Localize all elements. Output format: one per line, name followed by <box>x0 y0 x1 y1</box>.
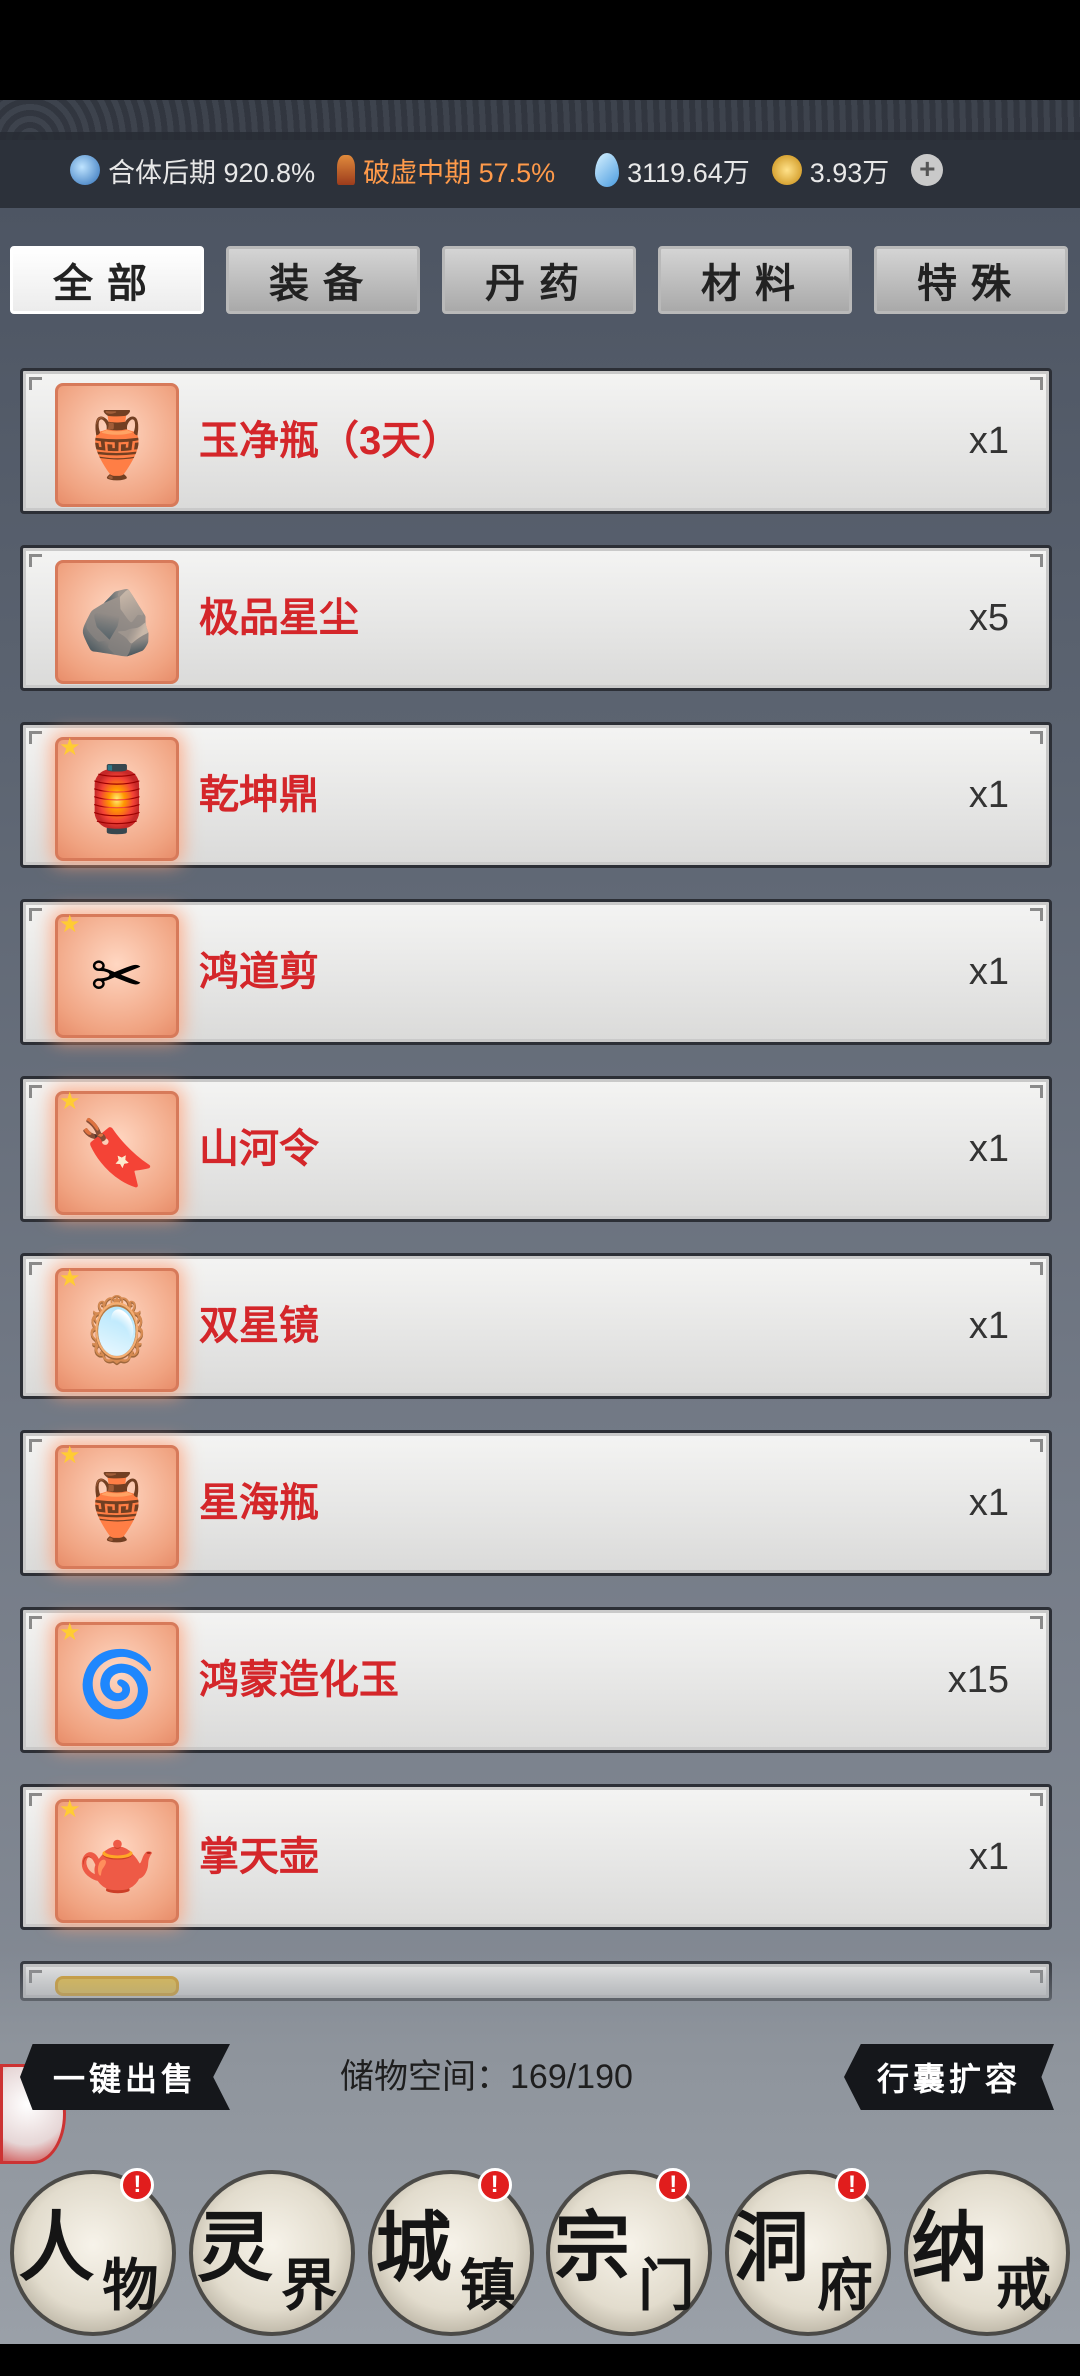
nav-char-2: 戒 <box>995 2253 1052 2319</box>
breakthrough-text: 破虚中期 57.5% <box>363 157 556 188</box>
tab-all[interactable]: 全部 <box>10 246 204 314</box>
item-quantity: x1 <box>968 420 1009 462</box>
spirit-stone-amount: 3119.64万 <box>627 157 750 188</box>
rarity-star-icon: ★ <box>59 1088 81 1115</box>
nav-char-2: 府 <box>816 2253 873 2319</box>
bottom-nav: 人 物 ! 灵 界 城 镇 ! 宗 门 ! 洞 府 ! 纳 戒 <box>0 2168 1080 2340</box>
alert-badge: ! <box>120 2168 155 2202</box>
add-currency-button[interactable]: + <box>911 154 944 186</box>
item-name: 掌天壶 <box>199 1835 319 1879</box>
item-quantity: x1 <box>968 1128 1009 1170</box>
breakthrough-resource[interactable]: 破虚中期 57.5% <box>337 151 555 190</box>
item-name: 星海瓶 <box>199 1481 319 1525</box>
alert-badge: ! <box>477 2168 512 2202</box>
bottom-edge <box>0 2344 1080 2376</box>
nav-character[interactable]: 人 物 ! <box>10 2168 177 2336</box>
realm-icon <box>70 155 100 185</box>
nav-char-1: 宗 <box>554 2203 631 2292</box>
tab-materials[interactable]: 材料 <box>658 246 852 314</box>
nav-sect[interactable]: 宗 门 ! <box>546 2168 713 2336</box>
breakthrough-icon <box>337 155 356 185</box>
list-item[interactable]: 🏺 ★ 星海瓶 x1 <box>20 1430 1052 1576</box>
list-item[interactable]: 🌀 ★ 鸿蒙造化玉 x15 <box>20 1607 1052 1753</box>
vase-icon: 🏺 <box>55 383 179 507</box>
rarity-star-icon: ★ <box>59 911 81 938</box>
nav-char-1: 城 <box>375 2203 452 2292</box>
nav-cave[interactable]: 洞 府 ! <box>724 2168 891 2336</box>
item-quantity: x1 <box>968 1305 1009 1347</box>
tab-pills[interactable]: 丹药 <box>442 246 636 314</box>
item-name: 鸿道剪 <box>199 950 319 994</box>
nav-char-1: 人 <box>18 2203 95 2292</box>
nav-char-2: 门 <box>638 2253 695 2319</box>
category-tabs: 全部 装备 丹药 材料 特殊 <box>10 246 1074 314</box>
sell-all-button[interactable]: 一键出售 <box>20 2044 230 2110</box>
alert-badge: ! <box>834 2168 869 2202</box>
list-item[interactable]: 🏮 ★ 乾坤鼎 x1 <box>20 722 1052 868</box>
tab-equipment[interactable]: 装备 <box>226 246 420 314</box>
item-name: 山河令 <box>199 1127 319 1171</box>
rarity-star-icon: ★ <box>59 1619 81 1646</box>
item-quantity: x1 <box>968 951 1009 993</box>
nav-char-1: 纳 <box>911 2203 988 2292</box>
spirit-stone-resource[interactable]: 3119.64万 <box>595 151 750 190</box>
nav-ring[interactable]: 纳 戒 <box>903 2170 1070 2336</box>
item-name: 乾坤鼎 <box>199 773 319 817</box>
coin-icon <box>771 155 802 185</box>
item-list: 🏺 玉净瓶（3天） x1 🪨 极品星尘 x5 🏮 ★ 乾坤鼎 x1 ✂ ★ 鸿道… <box>20 368 1052 2032</box>
item-quantity: x5 <box>968 597 1009 639</box>
nav-spirit-realm[interactable]: 灵 界 <box>188 2170 355 2336</box>
spirit-stone-icon <box>595 153 620 187</box>
rarity-star-icon: ★ <box>59 1796 81 1823</box>
item-quantity: x1 <box>968 1482 1009 1524</box>
rarity-star-icon: ★ <box>59 1442 81 1469</box>
nav-char-2: 镇 <box>459 2253 516 2319</box>
nav-char-2: 物 <box>102 2253 159 2319</box>
nav-char-1: 洞 <box>732 2203 809 2292</box>
realm-resource[interactable]: 合体后期 920.8% <box>70 151 315 190</box>
list-item[interactable]: 🏺 玉净瓶（3天） x1 <box>20 368 1052 514</box>
status-bar-area <box>0 0 1080 100</box>
item-quantity: x15 <box>947 1659 1009 1701</box>
item-quantity: x1 <box>968 774 1009 816</box>
list-item[interactable]: 🫖 ★ 掌天壶 x1 <box>20 1784 1052 1930</box>
rarity-star-icon: ★ <box>59 1265 81 1292</box>
realm-text: 合体后期 920.8% <box>108 157 316 188</box>
rarity-star-icon: ★ <box>59 734 81 761</box>
tab-special[interactable]: 特殊 <box>874 246 1068 314</box>
coin-amount: 3.93万 <box>809 157 890 188</box>
item-name: 双星镜 <box>199 1304 319 1348</box>
resource-bar: 合体后期 920.8% 破虚中期 57.5% 3119.64万 3.93万 + <box>0 132 1080 208</box>
list-item[interactable]: 🪨 极品星尘 x5 <box>20 545 1052 691</box>
list-item[interactable]: 🔖 ★ 山河令 x1 <box>20 1076 1052 1222</box>
stardust-icon: 🪨 <box>55 560 179 684</box>
list-item[interactable]: ✂ ★ 鸿道剪 x1 <box>20 899 1052 1045</box>
list-item[interactable]: 🪞 ★ 双星镜 x1 <box>20 1253 1052 1399</box>
item-name: 玉净瓶（3天） <box>199 419 462 463</box>
coin-resource[interactable]: 3.93万 <box>771 151 890 190</box>
item-name: 鸿蒙造化玉 <box>199 1658 399 1702</box>
item-name: 极品星尘 <box>199 596 359 640</box>
nav-char-1: 灵 <box>196 2203 273 2292</box>
bottom-actions: 一键出售 储物空间：169/190 行囊扩容 <box>0 2044 1080 2110</box>
storage-capacity: 储物空间：169/190 <box>340 2058 633 2096</box>
alert-badge: ! <box>656 2168 691 2202</box>
nav-town[interactable]: 城 镇 ! <box>367 2168 534 2336</box>
nav-char-2: 界 <box>280 2253 337 2319</box>
expand-bag-button[interactable]: 行囊扩容 <box>844 2044 1054 2110</box>
item-quantity: x1 <box>968 1836 1009 1878</box>
